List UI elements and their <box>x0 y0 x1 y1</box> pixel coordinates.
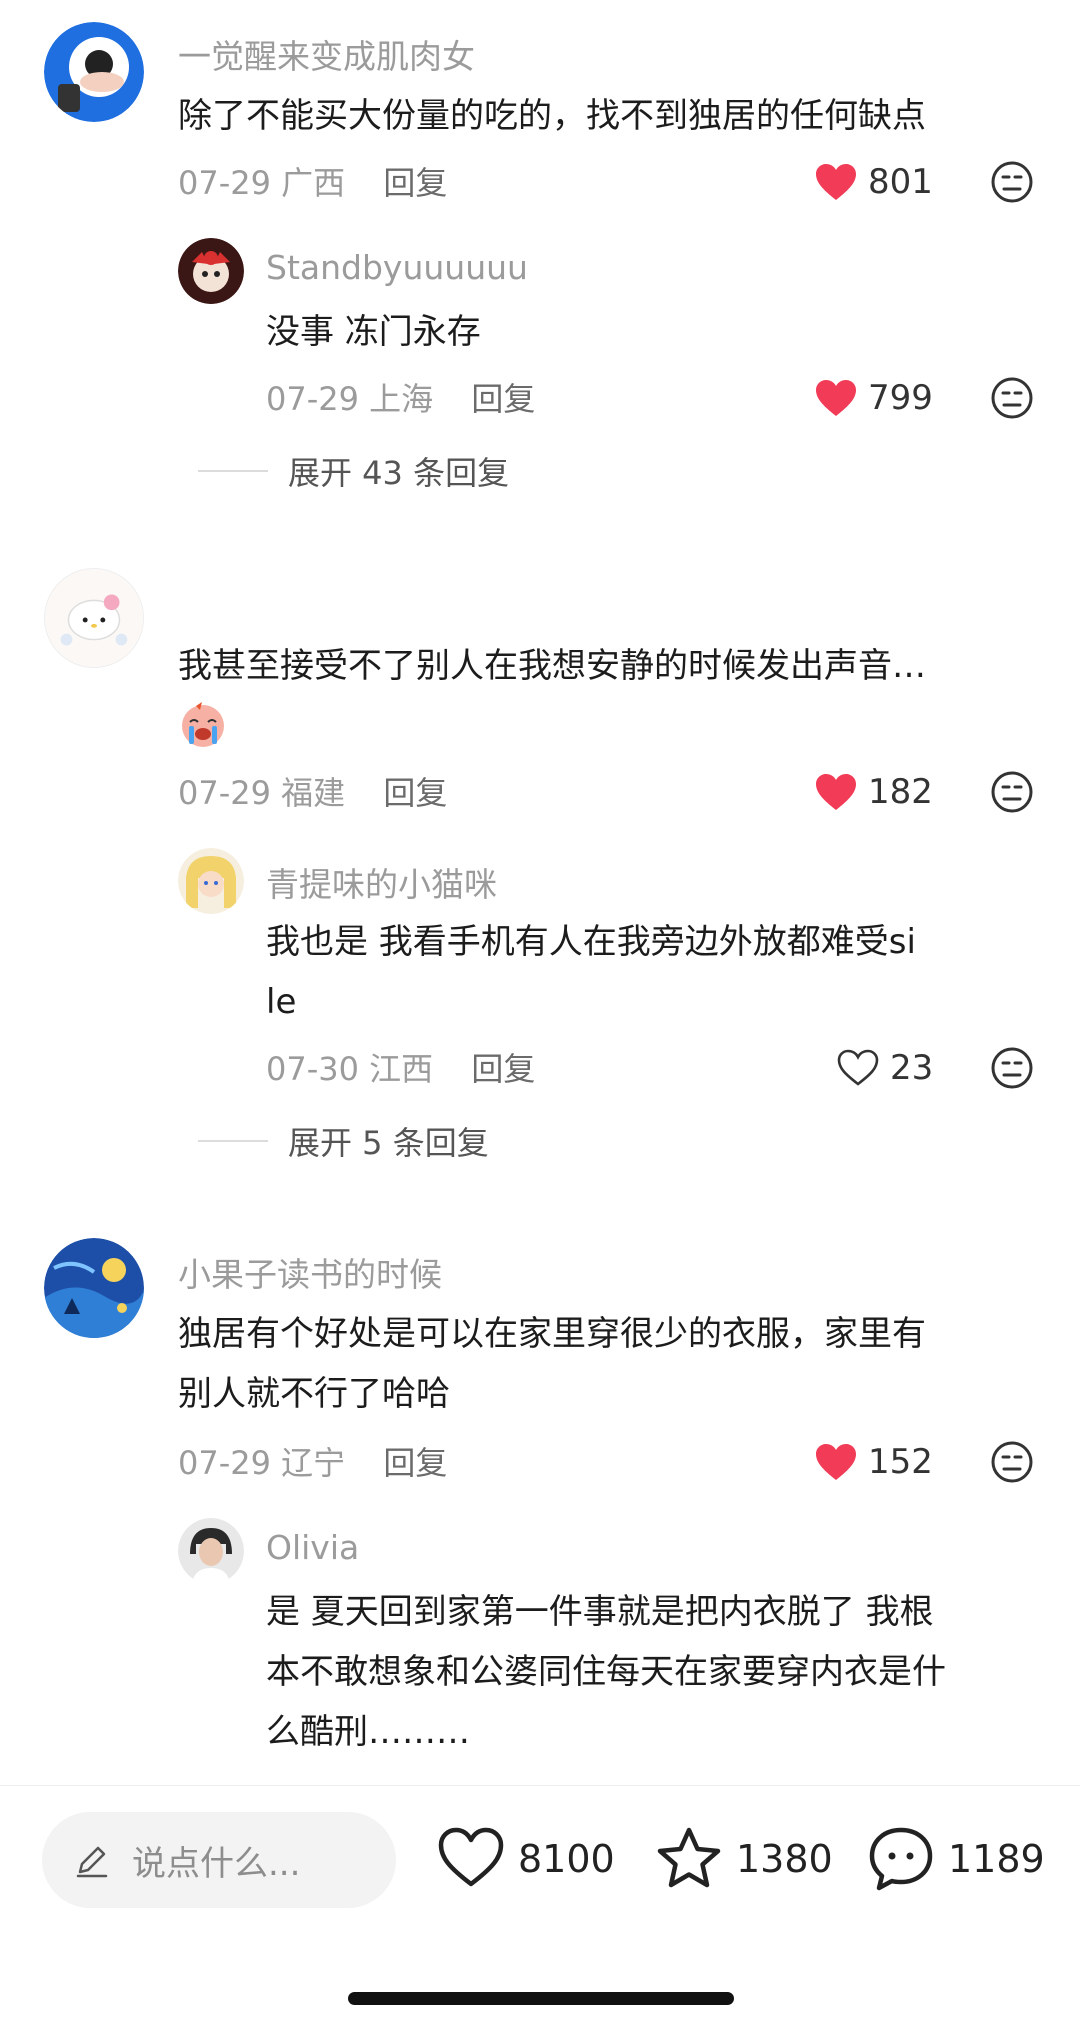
like-button[interactable]: 801 <box>814 160 933 204</box>
like-button[interactable]: 799 <box>814 376 933 420</box>
expand-replies-label: 展开 5 条回复 <box>288 1124 489 1162</box>
comment-location: 辽宁 <box>281 1444 346 1482</box>
bottom-action-bar: 说点什么... 8100 1380 1189 <box>0 1785 1080 1926</box>
heart-filled-icon <box>816 774 856 810</box>
reply-text: 我也是 我看手机有人在我旁边外放都难受si le <box>266 912 916 1032</box>
comment-input[interactable]: 说点什么... <box>42 1812 396 1908</box>
heart-outline-icon <box>438 1827 504 1887</box>
reply-text-line: 我也是 我看手机有人在我旁边外放都难受si <box>266 922 916 962</box>
commenter-name[interactable]: Olivia <box>266 1528 359 1567</box>
reply-date: 07-29 <box>266 380 359 418</box>
divider <box>198 470 268 472</box>
like-post-button[interactable]: 8100 <box>436 1824 615 1894</box>
avatar[interactable] <box>178 1518 244 1584</box>
like-count: 799 <box>868 378 933 418</box>
pencil-icon <box>76 1846 108 1878</box>
reply-button[interactable]: 回复 <box>383 774 447 812</box>
comment-post-button[interactable]: 1189 <box>866 1824 1045 1894</box>
reply-meta: 07-30 江西 回复 <box>266 1044 535 1090</box>
dislike-face-icon[interactable] <box>990 160 1034 204</box>
comment-total: 1189 <box>948 1837 1045 1881</box>
reply-text-line: 是 夏天回到家第一件事就是把内衣脱了 我根 <box>266 1592 934 1632</box>
comment-date: 07-29 <box>178 774 271 812</box>
like-count: 182 <box>868 772 933 812</box>
comment-text: 我甚至接受不了别人在我想安静的时候发出声音… <box>178 646 926 686</box>
like-button[interactable]: 182 <box>814 770 933 814</box>
reply-date: 07-30 <box>266 1050 359 1088</box>
reply-location: 上海 <box>369 380 434 418</box>
dislike-face-icon[interactable] <box>990 376 1034 420</box>
like-total: 8100 <box>518 1837 615 1881</box>
crying-face-emoji <box>182 702 224 747</box>
comment-text-line: 独居有个好处是可以在家里穿很少的衣服，家里有 <box>178 1314 926 1354</box>
like-count: 152 <box>868 1442 933 1482</box>
reply-text: 是 夏天回到家第一件事就是把内衣脱了 我根 本不敢想象和公婆同住每天在家要穿内衣… <box>266 1582 946 1762</box>
heart-outline-icon <box>837 1049 879 1086</box>
reply-button[interactable]: 回复 <box>383 1444 447 1482</box>
chat-bubble-icon <box>869 1827 933 1891</box>
comment-text-line: 别人就不行了哈哈 <box>178 1374 450 1414</box>
avatar[interactable] <box>178 848 244 914</box>
dislike-face-icon[interactable] <box>990 770 1034 814</box>
commenter-name[interactable]: 一觉醒来变成肌肉女 <box>178 30 475 78</box>
heart-filled-icon <box>816 380 856 416</box>
comment-text: 独居有个好处是可以在家里穿很少的衣服，家里有 别人就不行了哈哈 <box>178 1304 926 1424</box>
comment-meta: 07-29 广西 回复 <box>178 158 447 204</box>
heart-filled-icon <box>816 164 856 200</box>
commenter-name[interactable]: 青提味的小猫咪 <box>266 858 497 906</box>
comment-feed: 一觉醒来变成肌肉女 除了不能买大份量的吃的，找不到独居的任何缺点 07-29 广… <box>0 0 1080 1785</box>
reply-text: 没事 冻门永存 <box>266 312 481 352</box>
dislike-face-icon[interactable] <box>990 1046 1034 1090</box>
comment-location: 福建 <box>281 774 346 812</box>
star-outline-icon <box>657 1827 721 1888</box>
comment-date: 07-29 <box>178 1444 271 1482</box>
reply-button[interactable]: 回复 <box>471 1050 535 1088</box>
comment-meta: 07-29 辽宁 回复 <box>178 1438 447 1484</box>
comment-input-placeholder: 说点什么... <box>132 1843 301 1884</box>
heart-filled-icon <box>816 1444 856 1480</box>
expand-replies-button[interactable]: 展开 5 条回复 <box>198 1118 489 1164</box>
divider <box>198 1140 268 1142</box>
avatar[interactable] <box>44 1238 144 1338</box>
like-button[interactable]: 152 <box>814 1440 933 1484</box>
reply-button[interactable]: 回复 <box>471 380 535 418</box>
favorite-post-button[interactable]: 1380 <box>654 1824 833 1894</box>
comment-date: 07-29 <box>178 164 271 202</box>
home-indicator[interactable] <box>348 1992 734 2005</box>
commenter-name[interactable]: Standbyuuuuuu <box>266 248 528 287</box>
favorite-total: 1380 <box>736 1837 833 1881</box>
reply-meta: 07-29 上海 回复 <box>266 374 535 420</box>
like-count: 23 <box>890 1048 934 1088</box>
reply-button[interactable]: 回复 <box>383 164 447 202</box>
expand-replies-button[interactable]: 展开 43 条回复 <box>198 448 509 494</box>
reply-location: 江西 <box>369 1050 434 1088</box>
avatar[interactable] <box>44 22 144 122</box>
reply-text-line: 本不敢想象和公婆同住每天在家要穿内衣是什 <box>266 1652 946 1692</box>
reply-text-line: 么酷刑……… <box>266 1712 470 1752</box>
expand-replies-label: 展开 43 条回复 <box>288 454 510 492</box>
like-count: 801 <box>868 162 933 202</box>
dislike-face-icon[interactable] <box>990 1440 1034 1484</box>
reply-text-line: le <box>266 982 297 1022</box>
like-button[interactable]: 23 <box>836 1046 933 1090</box>
comment-text: 除了不能买大份量的吃的，找不到独居的任何缺点 <box>178 96 926 136</box>
commenter-name[interactable]: 小果子读书的时候 <box>178 1248 442 1296</box>
avatar[interactable] <box>178 238 244 304</box>
comment-meta: 07-29 福建 回复 <box>178 768 447 814</box>
comment-location: 广西 <box>281 164 346 202</box>
avatar[interactable] <box>44 568 144 668</box>
